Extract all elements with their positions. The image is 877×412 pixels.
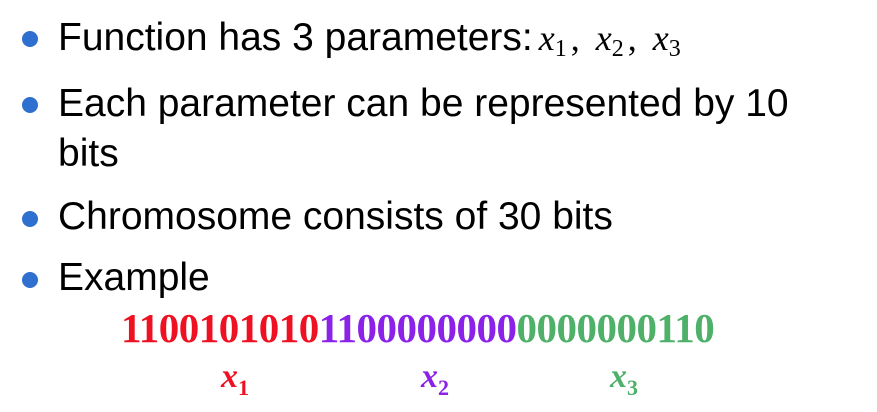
bullet-dot-icon [22,211,38,227]
param-separator: , [627,18,637,58]
bullet-item-chromosome-length: Chromosome consists of 30 bits [22,193,613,241]
bullet-item-example: Example [22,254,210,302]
label-subscript: 1 [238,375,249,400]
param-var: x [652,18,669,58]
bullet-item-bits-per-parameter: Each parameter can be represented by 10 … [22,79,858,179]
bullet-text: Each parameter can be represented by 10 … [58,82,789,175]
param-subscript: 3 [668,36,681,62]
param-subscript: 1 [554,36,567,62]
bit-segment-x1: 1100101010 [121,305,319,351]
bit-segment-x3: 0000000110 [516,305,715,351]
bullet-text: Example [58,256,210,299]
bullet-dot-icon [22,97,38,113]
segment-label-x3: x3 [610,355,638,410]
label-subscript: 3 [627,375,638,400]
label-var: x [421,358,438,395]
label-var: x [610,358,627,395]
segment-label-x1: x1 [221,355,249,410]
bullet-dot-icon [22,31,38,47]
param-var: x [595,18,612,58]
param-separator: , [570,18,580,58]
bit-segment-x2: 1100000000 [318,305,517,351]
bullet-text: Chromosome consists of 30 bits [58,195,613,238]
param-subscript: 2 [611,36,624,62]
segment-label-x2: x2 [421,355,449,410]
parameter-list: x1, x2, x3 [538,18,681,62]
bullet-dot-icon [22,272,38,288]
param-var: x [538,18,555,58]
chromosome-bitstring: 110010101011000000000000000110 [121,303,715,353]
label-var: x [221,358,238,395]
bullet-text: Function has 3 parameters: [58,16,533,59]
bullet-item-parameters: Function has 3 parameters: x1, x2, x3 [22,14,681,73]
label-subscript: 2 [438,375,449,400]
slide: Function has 3 parameters: x1, x2, x3 Each … [0,0,877,412]
